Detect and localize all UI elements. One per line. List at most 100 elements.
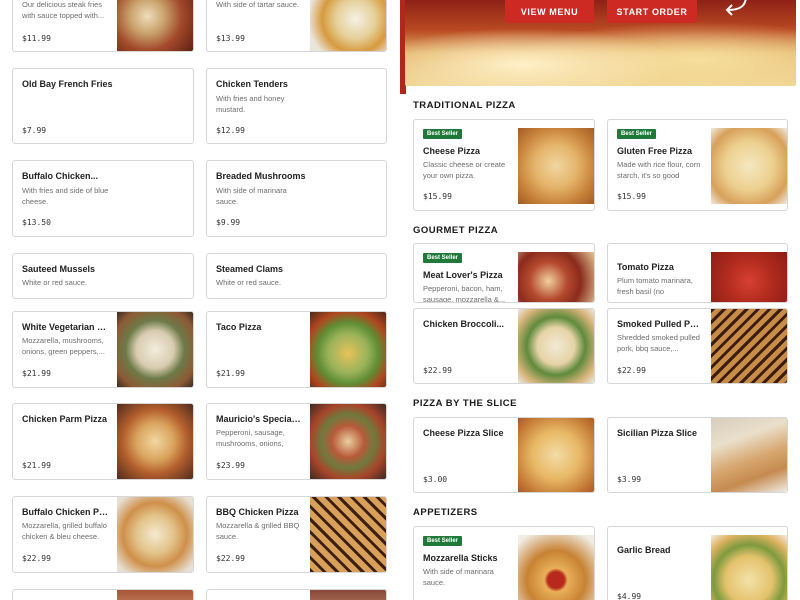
gluten-free-pizza-photo <box>711 128 787 204</box>
menu-item-card[interactable]: Chicken Parm Pizza $21.99 <box>12 403 194 480</box>
item-description: White or red sauce. <box>216 278 282 287</box>
item-description: With side of tartar sauce. <box>216 0 299 9</box>
menu-item-card[interactable]: BBQ Chicken Pizza Mozzarella & grilled B… <box>206 496 387 573</box>
menu-item-card[interactable] <box>206 589 387 600</box>
item-title: Chicken Parm Pizza <box>22 414 108 424</box>
item-price: $12.99 <box>216 126 245 135</box>
menu-item-card[interactable]: Tomato Pizza Plum tomato marinara, fresh… <box>607 243 788 303</box>
item-price: $4.99 <box>617 592 642 600</box>
item-description: With fries and side of blue cheese. <box>22 186 109 206</box>
best-seller-badge: Best Seller <box>423 129 463 139</box>
pizza-photo <box>117 590 193 600</box>
item-title: Breaded Mushrooms <box>216 171 306 181</box>
item-title: Meat Lover's Pizza <box>423 270 503 280</box>
white-veggie-pizza-photo <box>117 312 193 387</box>
menu-item-card[interactable]: Mauricio's Special Pizza Pepperoni, saus… <box>206 403 387 480</box>
menu-item-card[interactable]: Sauteed Mussels White or red sauce. <box>12 253 194 299</box>
menu-item-card[interactable]: Best Seller Gluten Free Pizza Made with … <box>607 119 788 211</box>
meat-lovers-pizza-photo <box>518 252 594 302</box>
item-title: Taco Pizza <box>216 322 262 332</box>
menu-item-card[interactable]: Best Seller Mozzarella Sticks With side … <box>413 526 595 600</box>
item-price: $22.99 <box>617 366 646 375</box>
item-price: $21.99 <box>216 369 245 378</box>
item-price: $22.99 <box>22 554 51 563</box>
menu-item-card[interactable]: Chicken Tenders With fries and honey mus… <box>206 68 387 144</box>
item-price: $15.99 <box>423 192 452 201</box>
item-price: $3.99 <box>617 475 642 484</box>
menu-item-card[interactable]: Buffalo Chicken... With fries and side o… <box>12 160 194 237</box>
item-title: Sauteed Mussels <box>22 264 96 274</box>
item-description: Mozzarella, mushrooms, onions, green pep… <box>22 336 105 356</box>
special-pizza-photo <box>310 404 386 479</box>
item-price: $15.99 <box>617 192 646 201</box>
item-description: With side of marinara sauce. <box>423 567 494 587</box>
item-price: $21.99 <box>22 461 51 470</box>
item-title: White Vegetarian Pizza <box>22 322 109 332</box>
menu-item-card[interactable]: Best Seller Meat Lover's Pizza Pepperoni… <box>413 243 595 303</box>
menu-item-card[interactable]: Garlic Bread $4.99 <box>607 526 788 600</box>
item-price: $3.00 <box>423 475 448 484</box>
item-title: Garlic Bread <box>617 545 671 555</box>
start-order-button[interactable]: START ORDER <box>607 0 697 23</box>
menu-item-card[interactable]: Cheese Pizza Slice $3.00 <box>413 417 595 493</box>
item-title: Buffalo Chicken Pizza <box>22 507 109 517</box>
view-menu-button[interactable]: VIEW MENU <box>505 0 594 23</box>
menu-item-card[interactable]: Best Seller Cheese Pizza Classic cheese … <box>413 119 595 211</box>
menu-item-card[interactable]: With side of tartar sauce. $13.99 <box>206 0 387 52</box>
chicken-broccoli-pizza-photo <box>518 309 594 383</box>
fried-fish-photo <box>310 0 386 51</box>
item-price: $13.99 <box>216 34 245 43</box>
item-price: $7.99 <box>22 126 47 135</box>
menu-item-card[interactable]: Chicken Broccoli... $22.99 <box>413 308 595 384</box>
item-title: Tomato Pizza <box>617 262 674 272</box>
cheese-slice-photo <box>518 418 594 492</box>
item-description: Shredded smoked pulled pork, bbq sauce,.… <box>617 333 700 353</box>
menu-item-card[interactable]: Sicilian Pizza Slice $3.99 <box>607 417 788 493</box>
section-heading-traditional-pizza: TRADITIONAL PIZZA <box>413 100 516 111</box>
menu-item-card[interactable]: White Vegetarian Pizza Mozzarella, mushr… <box>12 311 194 388</box>
item-title: Sicilian Pizza Slice <box>617 428 698 438</box>
curved-arrow-icon <box>725 0 747 16</box>
item-description: Mozzarella & grilled BBQ sauce. <box>216 521 300 541</box>
bbq-chicken-pizza-photo <box>310 497 386 572</box>
item-title: Gluten Free Pizza <box>617 146 693 156</box>
sicilian-slice-photo <box>711 418 787 492</box>
item-title: Old Bay French Fries <box>22 79 113 89</box>
loaded-fries-photo <box>117 0 193 51</box>
menu-item-card[interactable]: Taco Pizza $21.99 <box>206 311 387 388</box>
section-heading-gourmet-pizza: GOURMET PIZZA <box>413 225 499 236</box>
item-price: $9.99 <box>216 218 241 227</box>
menu-item-card[interactable]: Breaded Mushrooms With side of marinara … <box>206 160 387 237</box>
item-title: Buffalo Chicken... <box>22 171 99 181</box>
mozzarella-sticks-photo <box>518 535 594 600</box>
menu-item-card[interactable] <box>12 589 194 600</box>
best-seller-badge: Best Seller <box>617 129 657 139</box>
item-price: $22.99 <box>216 554 245 563</box>
item-description: With fries and honey mustard. <box>216 94 285 114</box>
item-description: Our delicious steak fries with sauce top… <box>22 0 105 20</box>
menu-item-card[interactable]: Smoked Pulled Pork... Shredded smoked pu… <box>607 308 788 384</box>
pulled-pork-pizza-photo <box>711 309 787 383</box>
garlic-bread-photo <box>711 535 787 600</box>
item-title: Cheese Pizza <box>423 146 481 156</box>
item-price: $22.99 <box>423 366 452 375</box>
item-price: $23.99 <box>216 461 245 470</box>
menu-item-card[interactable]: Buffalo Chicken Pizza Mozzarella, grille… <box>12 496 194 573</box>
menu-item-card[interactable]: Our delicious steak fries with sauce top… <box>12 0 194 52</box>
item-title: Chicken Broccoli... <box>423 319 505 329</box>
menu-item-card[interactable]: Steamed Clams White or red sauce. <box>206 253 387 299</box>
section-heading-appetizers: APPETIZERS <box>413 507 478 518</box>
item-price: $11.99 <box>22 34 51 43</box>
item-title: Mauricio's Special Pizza <box>216 414 302 424</box>
item-title: BBQ Chicken Pizza <box>216 507 299 517</box>
item-price: $13.50 <box>22 218 51 227</box>
chicken-parm-pizza-photo <box>117 404 193 479</box>
item-description: With side of marinara sauce. <box>216 186 287 206</box>
item-description: Made with rice flour, corn starch, it's … <box>617 160 701 180</box>
item-description: Pepperoni, bacon, ham, sausage, mozzarel… <box>423 284 506 303</box>
item-title: Mozzarella Sticks <box>423 553 498 563</box>
best-seller-badge: Best Seller <box>423 536 463 546</box>
item-price: $21.99 <box>22 369 51 378</box>
menu-item-card[interactable]: Old Bay French Fries $7.99 <box>12 68 194 144</box>
tomato-pizza-photo <box>711 252 787 302</box>
